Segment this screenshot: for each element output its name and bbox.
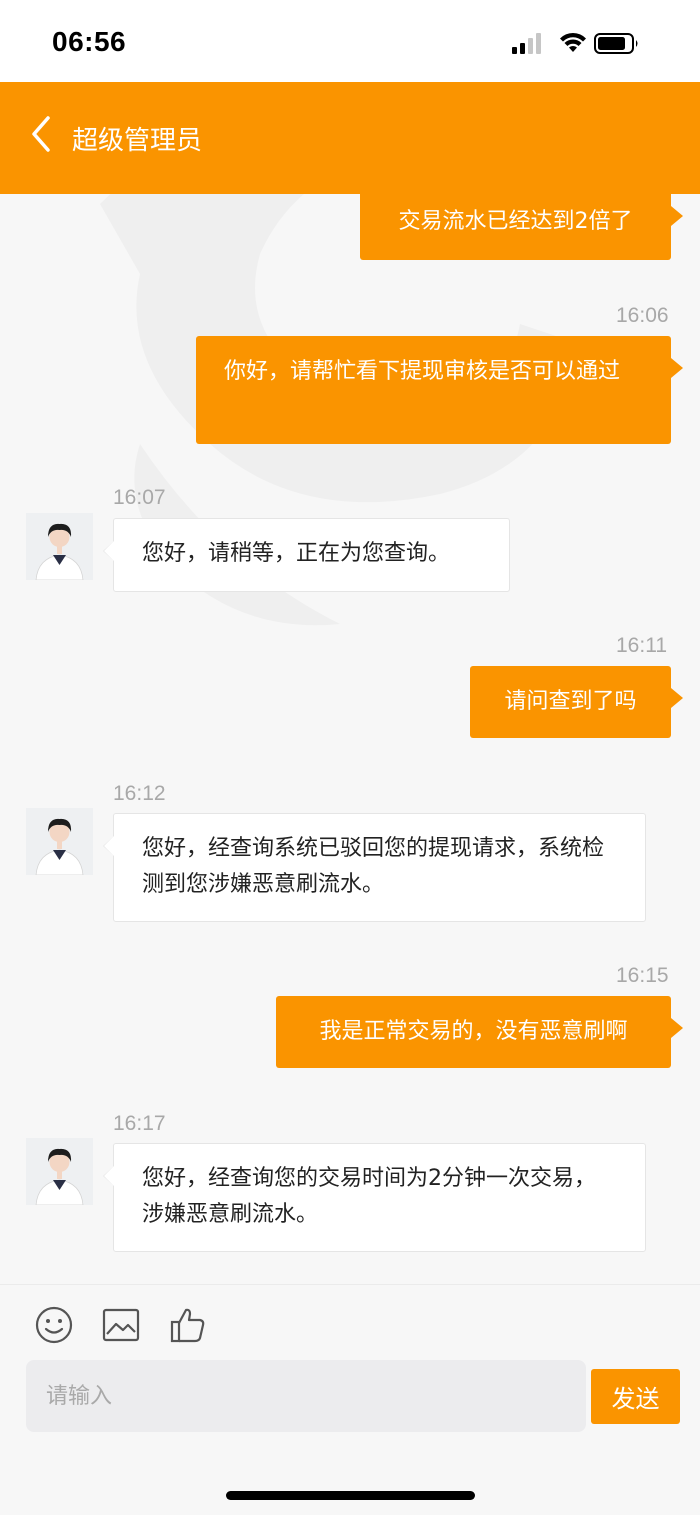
battery-icon xyxy=(594,33,638,54)
status-time: 06:56 xyxy=(52,26,127,57)
message-text: 您好，请稍等，正在为您查询。 xyxy=(142,541,451,566)
emoji-icon[interactable] xyxy=(34,1305,74,1345)
message-text: 我是正常交易的，没有恶意刷啊 xyxy=(319,1019,628,1044)
avatar[interactable] xyxy=(26,808,93,875)
message-timestamp: 16:11 xyxy=(616,634,667,657)
message-bubble-incoming[interactable]: 您好，经查询系统已驳回您的提现请求，系统检测到您涉嫌恶意刷流水。 xyxy=(103,813,646,922)
send-button[interactable]: 发送 xyxy=(591,1369,680,1424)
wifi-icon xyxy=(560,32,586,52)
cellular-signal-icon xyxy=(512,33,541,54)
message-bubble-incoming[interactable]: 您好，请稍等，正在为您查询。 xyxy=(103,518,510,592)
message-text: 您好，经查询您的交易时间为2分钟一次交易，涉嫌恶意刷流水。 xyxy=(142,1166,596,1227)
status-bar: 06:56 xyxy=(0,0,700,82)
avatar[interactable] xyxy=(26,1138,93,1205)
message-text: 交易流水已经达到2倍了 xyxy=(398,209,633,234)
message-bubble-outgoing[interactable]: 你好，请帮忙看下提现审核是否可以通过 xyxy=(196,336,683,444)
message-bubble-outgoing[interactable]: 我是正常交易的，没有恶意刷啊 xyxy=(276,996,683,1068)
input-toolbar xyxy=(0,1284,700,1364)
thumbs-up-icon[interactable] xyxy=(168,1305,208,1345)
message-text: 你好，请帮忙看下提现审核是否可以通过 xyxy=(224,359,621,384)
message-text: 请问查到了吗 xyxy=(504,689,637,714)
message-timestamp: 16:15 xyxy=(616,964,669,987)
chat-header: 超级管理员 xyxy=(0,82,700,194)
message-timestamp: 16:17 xyxy=(113,1112,166,1135)
image-icon[interactable] xyxy=(101,1305,141,1345)
agent-avatar-image xyxy=(26,1138,93,1205)
home-indicator[interactable] xyxy=(226,1491,475,1500)
avatar[interactable] xyxy=(26,513,93,580)
message-timestamp: 16:06 xyxy=(616,304,669,327)
chat-title: 超级管理员 xyxy=(72,126,203,156)
message-text: 您好，经查询系统已驳回您的提现请求，系统检测到您涉嫌恶意刷流水。 xyxy=(142,836,605,897)
message-input[interactable] xyxy=(26,1360,586,1432)
message-bubble-outgoing[interactable]: 交易流水已经达到2倍了 xyxy=(360,194,683,260)
message-timestamp: 16:07 xyxy=(113,486,166,509)
composer: 发送 xyxy=(0,1360,700,1440)
agent-avatar-image xyxy=(26,513,93,580)
agent-avatar-image xyxy=(26,808,93,875)
message-bubble-outgoing[interactable]: 请问查到了吗 xyxy=(470,666,683,738)
chevron-left-icon[interactable] xyxy=(26,110,58,158)
message-bubble-incoming[interactable]: 您好，经查询您的交易时间为2分钟一次交易，涉嫌恶意刷流水。 xyxy=(103,1143,646,1252)
message-list[interactable]: 交易流水已经达到2倍了 16:06 你好，请帮忙看下提现审核是否可以通过 16:… xyxy=(0,194,700,1284)
message-timestamp: 16:12 xyxy=(113,782,166,805)
bottom-safe-area xyxy=(0,1440,700,1515)
